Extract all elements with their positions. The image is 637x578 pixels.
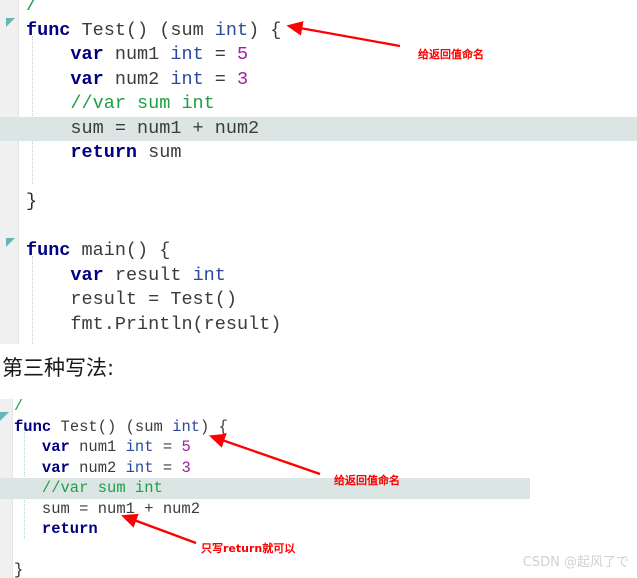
code-token: / (26, 0, 38, 16)
code-token: Test() (sum (51, 417, 173, 436)
code-token: main() { (70, 240, 171, 261)
code-token: func (26, 19, 71, 41)
code-token: //var sum int (70, 93, 215, 114)
code-token: result = Test() (70, 289, 237, 310)
code-line[interactable]: var num2 int = 3 (0, 68, 637, 93)
code-token: int (192, 264, 226, 286)
code-line[interactable]: func main() { (0, 239, 637, 264)
code-token: num1 (69, 438, 126, 456)
code-token: 5 (236, 44, 249, 65)
code-line[interactable] (0, 166, 637, 191)
code-token: = (153, 438, 182, 456)
code-line[interactable]: var num1 int = 5 (0, 43, 637, 68)
code-line[interactable]: / (0, 0, 637, 19)
code-line[interactable]: sum = num1 + num2 (0, 499, 637, 520)
csdn-watermark: CSDN @起风了で (522, 555, 629, 570)
code-token: sum = num1 + num2 (70, 117, 260, 139)
code-token: result (103, 264, 193, 286)
code-line[interactable]: var result int (0, 264, 637, 289)
code-token: / (14, 399, 24, 415)
code-line[interactable]: / (0, 399, 637, 417)
code-line[interactable] (0, 215, 637, 240)
annotation-label-named-return-bottom: 给返回值命名 (334, 474, 400, 487)
code-token: fmt.Println(result) (70, 313, 282, 335)
code-token: num2 (69, 458, 126, 477)
code-token: 3 (236, 68, 249, 90)
code-token: var (70, 264, 104, 286)
code-token: int (125, 438, 154, 456)
code-token: = (203, 68, 237, 90)
code-token: var (70, 68, 104, 90)
annotation-label-bare-return: 只写return就可以 (201, 542, 296, 555)
code-token: } (26, 191, 38, 212)
code-line[interactable]: sum = num1 + num2 (0, 116, 637, 142)
code-token: num2 (103, 68, 171, 90)
code-token: return (41, 520, 98, 538)
code-token: var (70, 44, 104, 65)
code-line[interactable]: } (0, 190, 637, 215)
code-line[interactable]: func Test() (sum int) { (0, 417, 637, 438)
code-token: func (26, 240, 71, 261)
annotation-label-named-return-top: 给返回值命名 (418, 48, 484, 61)
code-line[interactable]: func Test() (sum int) { (0, 19, 637, 44)
code-token: sum (170, 19, 204, 41)
code-token: = (203, 44, 237, 65)
code-token: int (172, 417, 201, 436)
code-token: //var sum int (41, 479, 163, 497)
code-line[interactable]: fmt.Println(result) (0, 313, 637, 338)
code-block-named-return: / func Test() (sum int) { var num1 int = … (0, 0, 637, 344)
code-token: int (170, 68, 204, 90)
code-token: } (14, 561, 24, 578)
code-line[interactable]: var num2 int = 3 (0, 458, 637, 479)
code-token: return (70, 142, 138, 163)
code-token: 3 (181, 458, 191, 477)
code-token: var (41, 458, 70, 477)
code-token: int (170, 44, 204, 65)
section-heading: 第三种写法: (2, 356, 115, 380)
code-token: num1 (103, 44, 171, 65)
code-token: sum (137, 142, 182, 163)
code-line[interactable]: //var sum int (0, 478, 530, 499)
code-line[interactable]: result = Test() (0, 288, 637, 313)
code-line[interactable]: var num1 int = 5 (0, 437, 637, 458)
code-line[interactable]: return sum (0, 141, 637, 166)
code-token: sum = num1 + num2 (41, 499, 201, 518)
code-token: var (41, 438, 70, 456)
code-token: func (14, 417, 52, 436)
code-line[interactable]: return (0, 519, 637, 540)
code-token: 5 (181, 438, 191, 456)
code-line[interactable]: //var sum int (0, 92, 637, 117)
code-token: ) { (248, 19, 282, 41)
code-token: = (153, 458, 182, 477)
code-token: ) { (200, 417, 228, 436)
code-token: Test() ( (81, 19, 171, 41)
code-token: int (214, 19, 249, 41)
code-token: int (125, 458, 154, 477)
